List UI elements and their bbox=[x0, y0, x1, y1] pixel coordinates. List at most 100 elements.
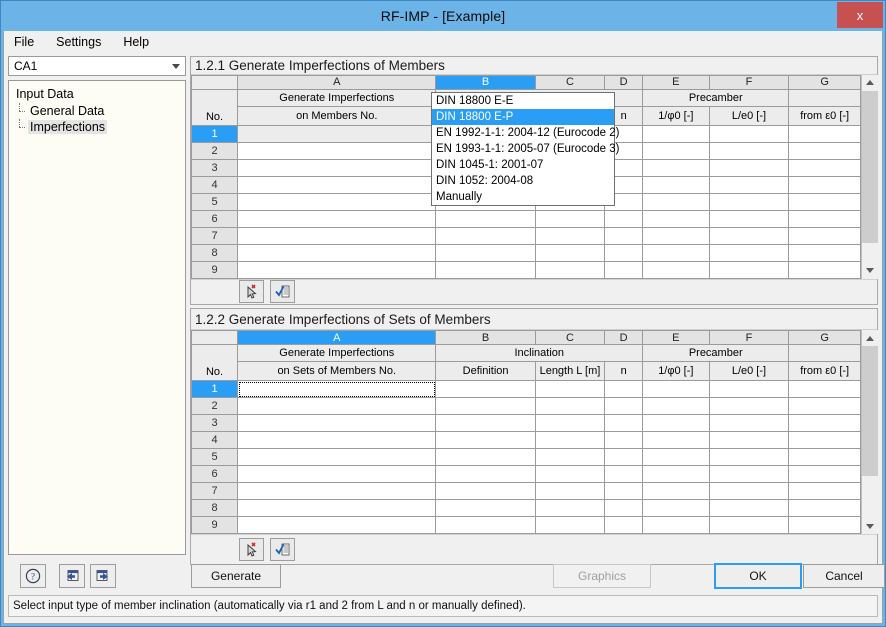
table2-cell-g4[interactable] bbox=[788, 431, 861, 449]
next-button[interactable] bbox=[90, 564, 116, 588]
table2-cell-e2[interactable] bbox=[642, 397, 710, 415]
table1-rownum-5[interactable]: 5 bbox=[190, 192, 239, 211]
table1-cell-b9[interactable] bbox=[435, 260, 536, 279]
table1-col-F[interactable]: F bbox=[708, 74, 790, 90]
table1-cell-b8[interactable] bbox=[435, 243, 536, 262]
dropdown-option-manually[interactable]: Manually bbox=[432, 189, 614, 205]
table2-cell-b9[interactable] bbox=[435, 516, 536, 534]
table1-rownum-8[interactable]: 8 bbox=[190, 243, 239, 262]
chevron-down-icon[interactable] bbox=[167, 58, 184, 74]
table2-rownum-5[interactable]: 5 bbox=[190, 448, 239, 466]
table2-cell-f9[interactable] bbox=[708, 516, 790, 534]
table2-col-C[interactable]: C bbox=[534, 330, 606, 345]
table1-cell-f5[interactable] bbox=[708, 192, 790, 211]
table2-cell-a9[interactable] bbox=[237, 516, 437, 534]
table2-cell-d2[interactable] bbox=[604, 397, 644, 415]
table1-cell-e9[interactable] bbox=[642, 260, 710, 279]
table2-rownum-2[interactable]: 2 bbox=[190, 397, 239, 415]
table2-cell-g6[interactable] bbox=[788, 465, 861, 483]
scroll-down-icon[interactable] bbox=[861, 518, 878, 534]
tree-item-general-data[interactable]: General Data bbox=[14, 103, 185, 119]
table2-cell-b3[interactable] bbox=[435, 414, 536, 432]
table1-cell-e5[interactable] bbox=[642, 192, 710, 211]
table-row[interactable]: 4 bbox=[190, 431, 861, 449]
table1-cell-c9[interactable] bbox=[534, 260, 606, 279]
table2-cell-c9[interactable] bbox=[534, 516, 606, 534]
table2-cell-b1[interactable] bbox=[435, 380, 536, 398]
graphics-button[interactable]: Graphics bbox=[553, 564, 651, 588]
table1-cell-e6[interactable] bbox=[642, 209, 710, 228]
table1-cell-g2[interactable] bbox=[788, 141, 861, 160]
table2-cell-b6[interactable] bbox=[435, 465, 536, 483]
table2-cell-a4[interactable] bbox=[237, 431, 437, 449]
table-row[interactable]: 6 bbox=[190, 209, 861, 228]
table2-rownum-9[interactable]: 9 bbox=[190, 516, 239, 534]
previous-button[interactable] bbox=[59, 564, 85, 588]
table1-col-D[interactable]: D bbox=[604, 74, 644, 90]
table1-col-B[interactable]: B bbox=[435, 74, 536, 90]
table1-cell-f7[interactable] bbox=[708, 226, 790, 245]
table2-cell-e3[interactable] bbox=[642, 414, 710, 432]
table2-cell-b4[interactable] bbox=[435, 431, 536, 449]
table2-cell-f2[interactable] bbox=[708, 397, 790, 415]
table2-col-A[interactable]: A bbox=[237, 330, 437, 345]
table1-cell-g9[interactable] bbox=[788, 260, 861, 279]
table-row[interactable]: 1 bbox=[190, 380, 861, 398]
table2-cell-e7[interactable] bbox=[642, 482, 710, 500]
generate-button[interactable]: Generate bbox=[191, 564, 281, 588]
table1-cell-g1[interactable] bbox=[788, 124, 861, 143]
table2-cell-d7[interactable] bbox=[604, 482, 644, 500]
scroll-up-icon[interactable] bbox=[861, 330, 878, 346]
table2-cell-a8[interactable] bbox=[237, 499, 437, 517]
table2-cell-e4[interactable] bbox=[642, 431, 710, 449]
table2-cell-a1[interactable] bbox=[237, 380, 437, 398]
table1-cell-f9[interactable] bbox=[708, 260, 790, 279]
table2-cell-f4[interactable] bbox=[708, 431, 790, 449]
ok-button[interactable]: OK bbox=[714, 563, 802, 589]
dropdown-option-en1992[interactable]: EN 1992-1-1: 2004-12 (Eurocode 2) bbox=[432, 125, 619, 141]
table2-cell-c7[interactable] bbox=[534, 482, 606, 500]
table1-rownum-4[interactable]: 4 bbox=[190, 175, 239, 194]
table2-rownum-3[interactable]: 3 bbox=[190, 414, 239, 432]
menu-item-help[interactable]: Help bbox=[121, 33, 151, 51]
dropdown-option-din18800ee[interactable]: DIN 18800 E-E bbox=[432, 93, 614, 109]
table2-cell-a3[interactable] bbox=[237, 414, 437, 432]
table2-cell-d1[interactable] bbox=[604, 380, 644, 398]
table1-cell-e2[interactable] bbox=[642, 141, 710, 160]
table1-cell-d9[interactable] bbox=[604, 260, 644, 279]
table1-cell-g4[interactable] bbox=[788, 175, 861, 194]
table2-cell-e8[interactable] bbox=[642, 499, 710, 517]
table2-col-E[interactable]: E bbox=[642, 330, 710, 345]
definition-dropdown-list[interactable]: DIN 18800 E-E DIN 18800 E-P EN 1992-1-1:… bbox=[431, 91, 619, 206]
table2-cell-b7[interactable] bbox=[435, 482, 536, 500]
table1-rownum-9[interactable]: 9 bbox=[190, 260, 239, 279]
table-row[interactable]: 5 bbox=[190, 448, 861, 466]
menu-item-file[interactable]: File bbox=[12, 33, 36, 51]
table1-cell-f4[interactable] bbox=[708, 175, 790, 194]
table2-cell-c4[interactable] bbox=[534, 431, 606, 449]
table2-rownum-8[interactable]: 8 bbox=[190, 499, 239, 517]
table2-cell-c6[interactable] bbox=[534, 465, 606, 483]
table2-cell-b8[interactable] bbox=[435, 499, 536, 517]
table1-cell-f2[interactable] bbox=[708, 141, 790, 160]
table2-col-B[interactable]: B bbox=[435, 330, 536, 345]
table-row[interactable]: 8 bbox=[190, 499, 861, 517]
table-row[interactable]: 7 bbox=[190, 226, 861, 245]
table1-cell-a4[interactable] bbox=[237, 175, 437, 194]
table1-cell-b6[interactable] bbox=[435, 209, 536, 228]
table2-cell-g5[interactable] bbox=[788, 448, 861, 466]
table1-rownum-1[interactable]: 1 bbox=[190, 124, 239, 143]
table2-cell-c8[interactable] bbox=[534, 499, 606, 517]
table2-cell-a6[interactable] bbox=[237, 465, 437, 483]
table2-rownum-1[interactable]: 1 bbox=[190, 380, 239, 398]
table1-cell-e7[interactable] bbox=[642, 226, 710, 245]
table2-cell-e6[interactable] bbox=[642, 465, 710, 483]
table1-cell-a9[interactable] bbox=[237, 260, 437, 279]
table2-col-D[interactable]: D bbox=[604, 330, 644, 345]
table1-cell-d6[interactable] bbox=[604, 209, 644, 228]
table2-cell-a5[interactable] bbox=[237, 448, 437, 466]
table1-cell-e8[interactable] bbox=[642, 243, 710, 262]
table2-col-G[interactable]: G bbox=[788, 330, 861, 345]
table1-cell-g7[interactable] bbox=[788, 226, 861, 245]
table1-cell-e3[interactable] bbox=[642, 158, 710, 177]
